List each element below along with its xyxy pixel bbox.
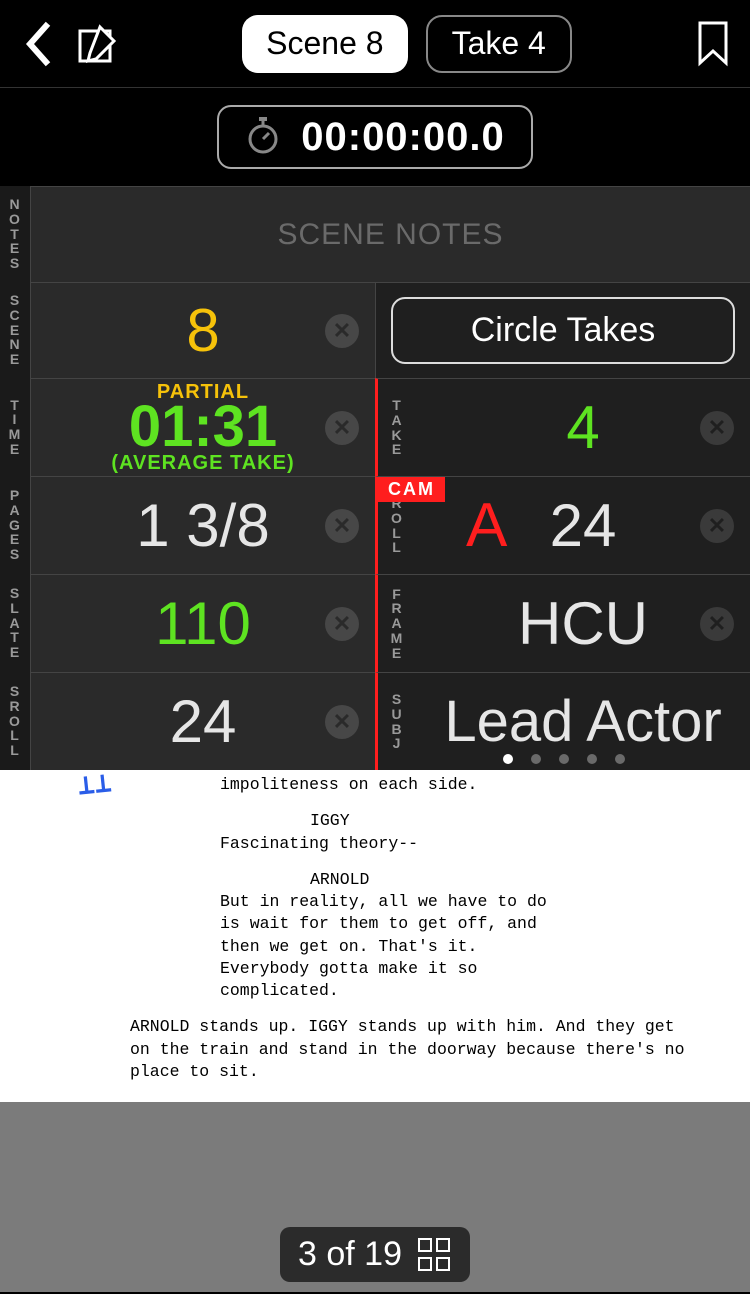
slate-label: SLATE	[0, 574, 30, 672]
time-cell[interactable]: PARTIAL 01:31 (AVERAGE TAKE) ✕	[30, 378, 375, 476]
script-line: impoliteness on each side.	[220, 774, 550, 796]
back-icon[interactable]	[20, 20, 56, 68]
clear-roll-icon[interactable]: ✕	[700, 509, 734, 543]
script-line: But in reality, all we have to do is wai…	[220, 891, 550, 1002]
footer: 3 of 19	[0, 1102, 750, 1292]
take-value: 4	[566, 393, 599, 462]
time-value: 01:31	[129, 398, 277, 456]
pages-value: 1 3/8	[136, 491, 269, 560]
roll-cell[interactable]: CAM ROLL A 24 ✕	[375, 476, 750, 574]
frame-sublabel: FRAME	[378, 575, 416, 672]
pages-cell[interactable]: 1 3/8 ✕	[30, 476, 375, 574]
scene-cell[interactable]: 8 ✕	[30, 282, 375, 378]
clear-time-icon[interactable]: ✕	[325, 411, 359, 445]
stopwatch-icon	[245, 115, 281, 160]
timer-value: 00:00:00.0	[301, 115, 504, 160]
subj-value: Lead Actor	[444, 688, 721, 755]
page-indicator-pill[interactable]: 3 of 19	[280, 1227, 470, 1282]
pages-label: PAGES	[0, 476, 30, 574]
timer-box[interactable]: 00:00:00.0	[217, 105, 532, 169]
script-line: Fascinating theory--	[220, 833, 550, 855]
script-character: ARNOLD	[310, 869, 710, 891]
slate-value: 110	[155, 589, 251, 658]
frame-cell[interactable]: FRAME HCU ✕	[375, 574, 750, 672]
script-view[interactable]: ⟂⟂ impoliteness on each side. IGGY Fasci…	[0, 770, 750, 1102]
roll-number: 24	[550, 491, 617, 560]
frame-value: HCU	[518, 589, 648, 658]
clear-frame-icon[interactable]: ✕	[700, 607, 734, 641]
script-mark: ⟂⟂	[76, 770, 113, 807]
sroll-label: SROLL	[0, 672, 30, 770]
notes-label: NOTES	[0, 186, 30, 282]
page-dots	[378, 754, 750, 764]
roll-letter: A	[466, 490, 507, 561]
scene-value: 8	[186, 296, 219, 365]
take-chip[interactable]: Take 4	[426, 15, 572, 73]
sroll-cell[interactable]: 24 ✕	[30, 672, 375, 770]
scene-label: SCENE	[0, 282, 30, 378]
script-action: ARNOLD stands up. IGGY stands up with hi…	[130, 1016, 690, 1083]
top-bar: Scene 8 Take 4	[0, 0, 750, 88]
bookmark-icon[interactable]	[696, 21, 730, 67]
grid-view-icon[interactable]	[418, 1238, 452, 1272]
take-sublabel: TAKE	[378, 379, 416, 476]
clear-slate-icon[interactable]: ✕	[325, 607, 359, 641]
clear-pages-icon[interactable]: ✕	[325, 509, 359, 543]
circle-takes-cell: Circle Takes	[375, 282, 750, 378]
clear-sroll-icon[interactable]: ✕	[325, 705, 359, 739]
clear-take-icon[interactable]: ✕	[700, 411, 734, 445]
slate-cell[interactable]: 110 ✕	[30, 574, 375, 672]
scene-chip[interactable]: Scene 8	[242, 15, 407, 73]
sroll-value: 24	[170, 687, 237, 756]
script-character: IGGY	[310, 810, 710, 832]
page-indicator-text: 3 of 19	[298, 1235, 402, 1274]
script-continued: (CONTINUED)	[40, 1101, 660, 1102]
take-cell[interactable]: TAKE 4 ✕	[375, 378, 750, 476]
clear-scene-icon[interactable]: ✕	[325, 314, 359, 348]
timer-bar: 00:00:00.0	[0, 88, 750, 186]
scene-notes-field[interactable]: SCENE NOTES	[30, 186, 750, 282]
circle-takes-button[interactable]: Circle Takes	[391, 297, 735, 364]
data-grid: NOTES SCENE NOTES SCENE 8 ✕ Circle Takes…	[0, 186, 750, 770]
subj-cell[interactable]: SUBJ Lead Actor	[375, 672, 750, 770]
edit-icon[interactable]	[76, 23, 118, 65]
time-label: TIME	[0, 378, 30, 476]
time-avg-label: (AVERAGE TAKE)	[111, 452, 294, 475]
